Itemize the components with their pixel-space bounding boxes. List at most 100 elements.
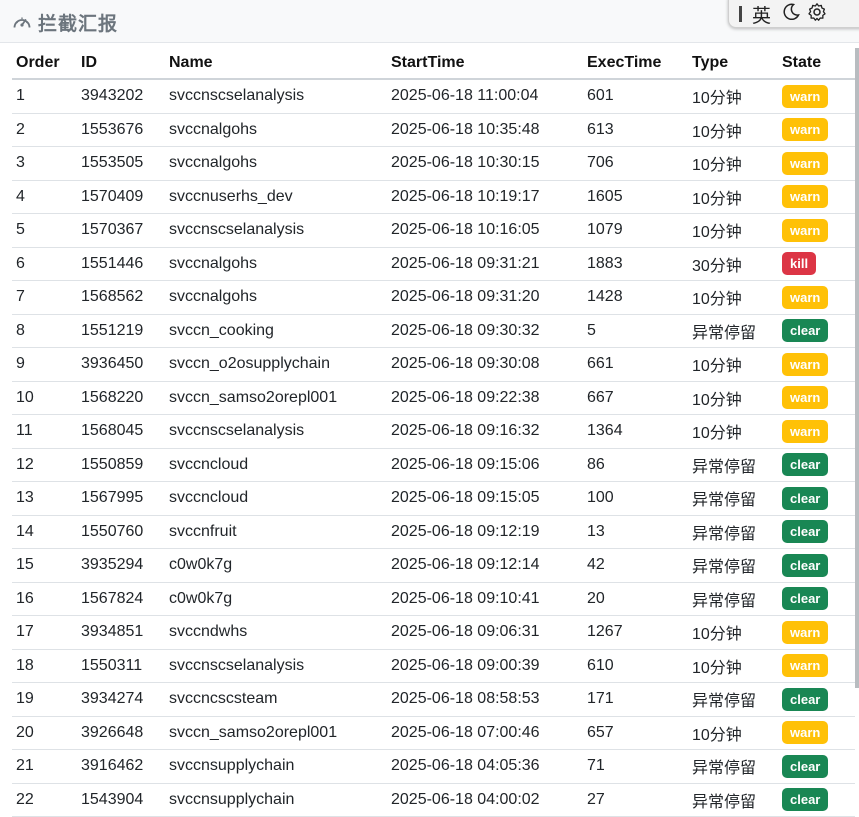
gauge-icon bbox=[12, 13, 32, 33]
column-header-state[interactable]: State bbox=[778, 48, 855, 80]
id-cell: 1568220 bbox=[77, 381, 165, 415]
state-cell: warn bbox=[778, 79, 855, 114]
starttime-cell: 2025-06-18 09:16:32 bbox=[387, 414, 583, 449]
exectime-cell: 27 bbox=[583, 783, 688, 817]
state-badge: clear bbox=[782, 486, 829, 510]
id-cell: 1550760 bbox=[77, 515, 165, 549]
column-header-name[interactable]: Name bbox=[165, 48, 387, 80]
id-cell: 3935294 bbox=[77, 548, 165, 583]
title-area: 拦截汇报 bbox=[12, 9, 118, 36]
column-header-type[interactable]: Type bbox=[688, 48, 778, 80]
state-badge: warn bbox=[782, 218, 829, 242]
starttime-cell: 2025-06-18 09:12:14 bbox=[387, 548, 583, 583]
exectime-cell: 1428 bbox=[583, 280, 688, 315]
id-cell: 1550859 bbox=[77, 448, 165, 482]
exectime-cell: 613 bbox=[583, 113, 688, 147]
type-cell: 10分钟 bbox=[688, 615, 778, 650]
state-cell: warn bbox=[778, 280, 855, 315]
name-cell: c0w0k7g bbox=[165, 548, 387, 583]
report-table-container: Order ID Name StartTime ExecTime Type State 13… bbox=[12, 48, 855, 817]
column-header-id[interactable]: ID bbox=[77, 48, 165, 80]
gear-icon[interactable] bbox=[807, 2, 827, 27]
state-badge: clear bbox=[782, 788, 829, 812]
exectime-cell: 42 bbox=[583, 548, 688, 583]
column-header-starttime[interactable]: StartTime bbox=[387, 48, 583, 80]
name-cell: svccnalgohs bbox=[165, 113, 387, 147]
state-cell: clear bbox=[778, 481, 855, 516]
table-row: 2 1553676 svccnalgohs 2025-06-18 10:35:48 61… bbox=[12, 113, 855, 147]
order-cell: 14 bbox=[12, 515, 77, 549]
state-cell: clear bbox=[778, 682, 855, 717]
name-cell: svccn_samso2orepl001 bbox=[165, 381, 387, 415]
type-cell: 10分钟 bbox=[688, 113, 778, 147]
order-cell: 7 bbox=[12, 280, 77, 315]
order-cell: 3 bbox=[12, 146, 77, 181]
table-row: 14 1550760 svccnfruit 2025-06-18 09:12:19 13… bbox=[12, 515, 855, 549]
state-badge: clear bbox=[782, 319, 829, 343]
id-cell: 1543904 bbox=[77, 783, 165, 817]
name-cell: svccnsupplychain bbox=[165, 749, 387, 784]
table-row: 10 1568220 svccn_samso2orepl001 2025-06-18 … bbox=[12, 381, 855, 415]
order-cell: 20 bbox=[12, 716, 77, 750]
name-cell: svccnscselanalysis bbox=[165, 79, 387, 114]
state-badge: clear bbox=[782, 520, 829, 544]
state-cell: clear bbox=[778, 314, 855, 348]
order-cell: 10 bbox=[12, 381, 77, 415]
state-badge: clear bbox=[782, 553, 829, 577]
id-cell: 3943202 bbox=[77, 79, 165, 114]
starttime-cell: 2025-06-18 09:30:08 bbox=[387, 347, 583, 382]
state-cell: clear bbox=[778, 448, 855, 482]
order-cell: 19 bbox=[12, 682, 77, 717]
state-cell: warn bbox=[778, 113, 855, 147]
language-toggle-button[interactable]: 英 bbox=[752, 1, 771, 28]
exectime-cell: 100 bbox=[583, 481, 688, 516]
table-header-row: Order ID Name StartTime ExecTime Type State bbox=[12, 48, 855, 80]
column-header-order[interactable]: Order bbox=[12, 48, 77, 80]
type-cell: 10分钟 bbox=[688, 213, 778, 248]
starttime-cell: 2025-06-18 09:15:05 bbox=[387, 481, 583, 516]
state-cell: warn bbox=[778, 381, 855, 415]
state-cell: kill bbox=[778, 247, 855, 281]
table-row: 7 1568562 svccnalgohs 2025-06-18 09:31:20 14… bbox=[12, 280, 855, 315]
table-row: 15 3935294 c0w0k7g 2025-06-18 09:12:14 42 异常停… bbox=[12, 548, 855, 583]
name-cell: svccnalgohs bbox=[165, 146, 387, 181]
starttime-cell: 2025-06-18 04:05:36 bbox=[387, 749, 583, 784]
name-cell: svccnalgohs bbox=[165, 280, 387, 315]
type-cell: 10分钟 bbox=[688, 180, 778, 214]
table-row: 22 1543904 svccnsupplychain 2025-06-18 04:0… bbox=[12, 783, 855, 817]
id-cell: 1550311 bbox=[77, 649, 165, 683]
type-cell: 异常停留 bbox=[688, 481, 778, 516]
column-header-exectime[interactable]: ExecTime bbox=[583, 48, 688, 80]
name-cell: svccnscselanalysis bbox=[165, 649, 387, 683]
starttime-cell: 2025-06-18 10:16:05 bbox=[387, 213, 583, 248]
vertical-scrollbar[interactable] bbox=[855, 48, 859, 688]
name-cell: svccnalgohs bbox=[165, 247, 387, 281]
id-cell: 1553676 bbox=[77, 113, 165, 147]
table-row: 20 3926648 svccn_samso2orepl001 2025-06-18 … bbox=[12, 716, 855, 750]
state-cell: clear bbox=[778, 515, 855, 549]
state-cell: warn bbox=[778, 649, 855, 683]
table-row: 8 1551219 svccn_cooking 2025-06-18 09:30:32… bbox=[12, 314, 855, 348]
table-row: 21 3916462 svccnsupplychain 2025-06-18 04:0… bbox=[12, 749, 855, 784]
table-row: 4 1570409 svccnuserhs_dev 2025-06-18 10:19:… bbox=[12, 180, 855, 214]
type-cell: 10分钟 bbox=[688, 716, 778, 750]
type-cell: 10分钟 bbox=[688, 280, 778, 315]
name-cell: svccnfruit bbox=[165, 515, 387, 549]
type-cell: 10分钟 bbox=[688, 347, 778, 382]
id-cell: 3916462 bbox=[77, 749, 165, 784]
id-cell: 1567824 bbox=[77, 582, 165, 616]
name-cell: svccncloud bbox=[165, 481, 387, 516]
id-cell: 3934851 bbox=[77, 615, 165, 650]
starttime-cell: 2025-06-18 09:06:31 bbox=[387, 615, 583, 650]
order-cell: 2 bbox=[12, 113, 77, 147]
name-cell: svccncloud bbox=[165, 448, 387, 482]
state-cell: warn bbox=[778, 716, 855, 750]
exectime-cell: 657 bbox=[583, 716, 688, 750]
state-cell: clear bbox=[778, 783, 855, 817]
name-cell: svccnuserhs_dev bbox=[165, 180, 387, 214]
id-cell: 1568562 bbox=[77, 280, 165, 315]
table-row: 18 1550311 svccnscselanalysis 2025-06-18 09… bbox=[12, 649, 855, 683]
id-cell: 1570367 bbox=[77, 213, 165, 248]
moon-icon[interactable] bbox=[781, 2, 801, 27]
state-badge: clear bbox=[782, 587, 829, 611]
